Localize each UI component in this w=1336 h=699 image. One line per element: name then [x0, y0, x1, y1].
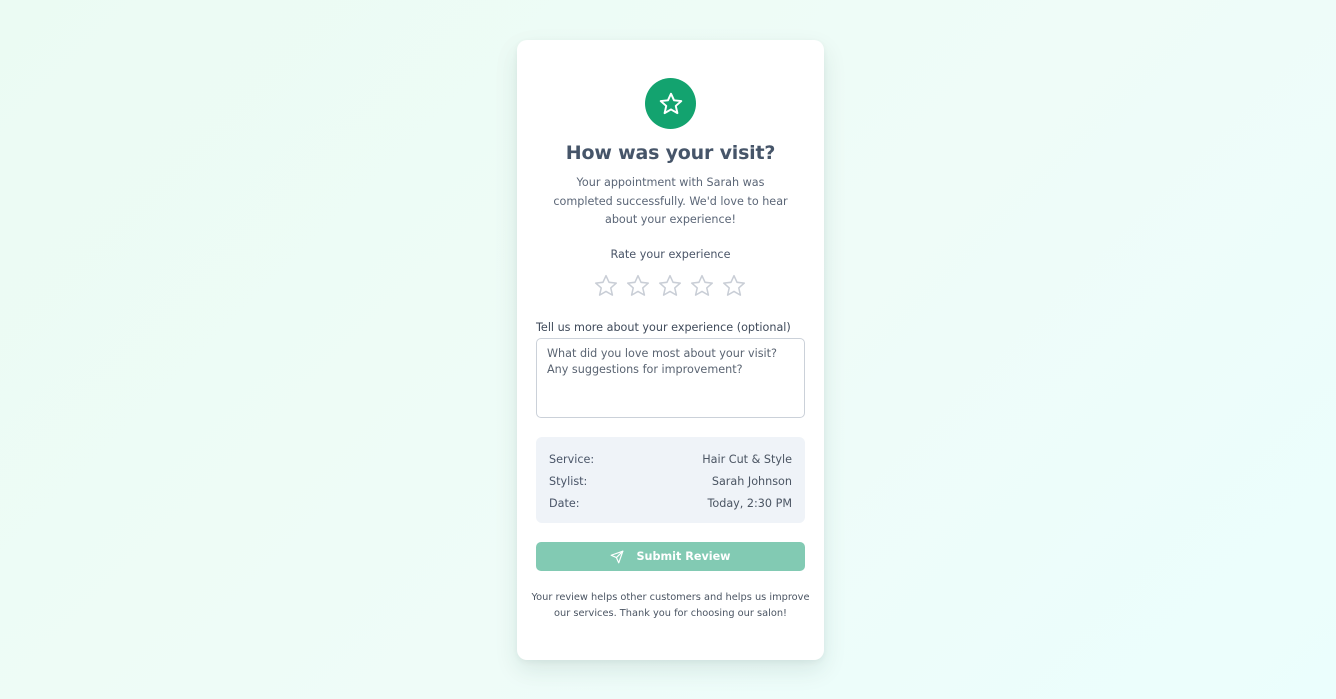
- star-1-icon[interactable]: [593, 273, 619, 299]
- detail-value: Hair Cut & Style: [702, 453, 792, 466]
- detail-label: Service:: [549, 453, 595, 466]
- feedback-label: Tell us more about your experience (opti…: [536, 321, 791, 334]
- page-subtitle: Your appointment with Sarah was complete…: [553, 176, 788, 226]
- detail-label: Stylist:: [549, 475, 588, 488]
- star-rating: [593, 273, 747, 299]
- star-3-icon[interactable]: [657, 273, 683, 299]
- detail-row-date: Date: Today, 2:30 PM: [549, 493, 792, 515]
- detail-value: Sarah Johnson: [711, 475, 792, 488]
- submit-review-button[interactable]: Submit Review: [536, 542, 805, 571]
- send-icon: [611, 550, 624, 563]
- detail-row-service: Service: Hair Cut & Style: [549, 449, 792, 471]
- star-badge: [645, 78, 696, 129]
- submit-label: Submit Review: [636, 550, 731, 563]
- page-title: How was your visit?: [565, 142, 776, 164]
- star-icon: [659, 92, 682, 114]
- star-5-icon[interactable]: [721, 273, 747, 299]
- feedback-textarea[interactable]: [536, 338, 805, 418]
- detail-value: Today, 2:30 PM: [707, 497, 792, 510]
- rating-label: Rate your experience: [610, 248, 731, 261]
- appointment-details: Service: Hair Cut & Style Stylist: Sarah…: [536, 437, 805, 523]
- detail-row-stylist: Stylist: Sarah Johnson: [549, 471, 792, 493]
- footnote: Your review helps other customers and he…: [531, 592, 810, 619]
- star-2-icon[interactable]: [625, 273, 651, 299]
- detail-label: Date:: [549, 497, 580, 510]
- star-4-icon[interactable]: [689, 273, 715, 299]
- review-card: How was your visit? Your appointment wit…: [517, 40, 824, 660]
